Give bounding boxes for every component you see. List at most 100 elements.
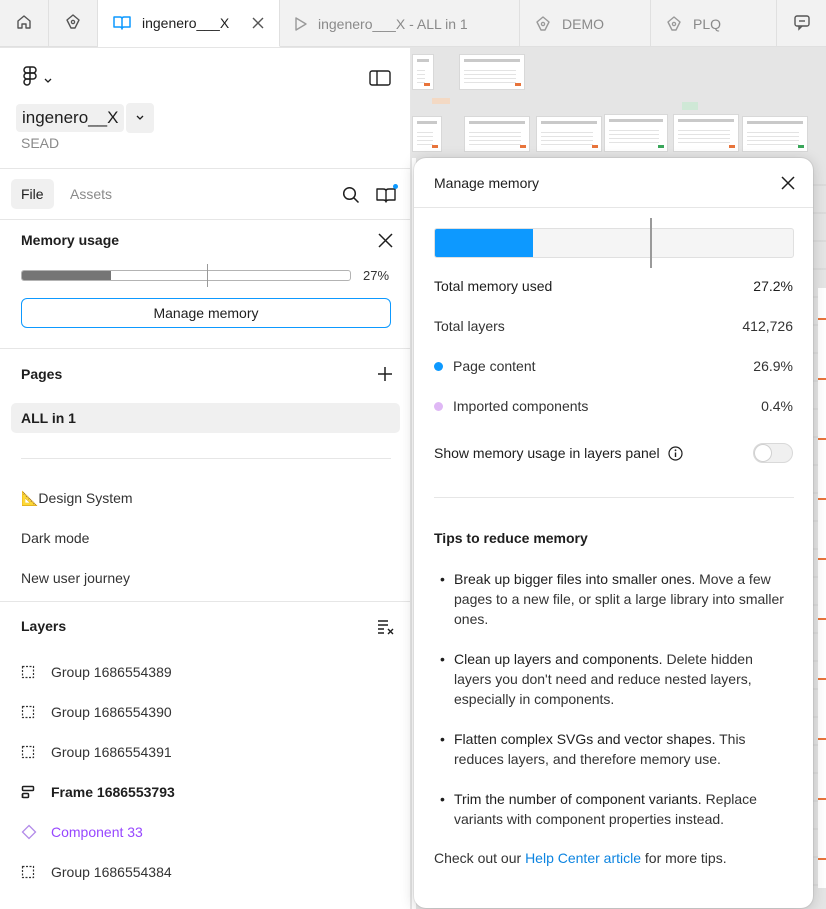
frame-thumbnail[interactable]	[412, 116, 442, 152]
sidebar-toggle-icon[interactable]	[369, 69, 391, 90]
frame-thumbnail[interactable]	[604, 114, 668, 152]
memory-limit-marker	[650, 218, 652, 268]
frame-label	[432, 98, 450, 104]
layer-label: Group 1686554384	[51, 864, 172, 880]
layer-row[interactable]: Group 1686554389	[21, 652, 410, 692]
tab-prototype[interactable]: ingenero___X - ALL in 1	[280, 0, 520, 47]
layer-row[interactable]: Group 1686554390	[21, 692, 410, 732]
memory-usage-toggle[interactable]	[753, 443, 793, 463]
memory-percent: 27%	[363, 268, 390, 283]
frame-autolayout-icon	[21, 784, 43, 800]
close-icon[interactable]	[251, 16, 265, 30]
frame-label	[682, 102, 698, 110]
home-tab[interactable]	[0, 0, 49, 47]
tip-bold: Clean up layers and components.	[454, 651, 663, 667]
divider	[0, 219, 410, 220]
collapse-layers-icon[interactable]	[377, 619, 395, 638]
group-icon	[21, 664, 43, 680]
layer-row[interactable]	[21, 892, 410, 909]
tab-label: PLQ	[693, 15, 722, 32]
layers-title: Layers	[21, 618, 67, 634]
memory-usage-fill	[22, 271, 112, 280]
tab-label: ingenero___X - ALL in 1	[318, 15, 468, 32]
stat-value: 412,726	[742, 318, 793, 334]
figma-logo-icon	[21, 66, 39, 91]
team-name: SEAD	[21, 135, 60, 151]
stat-label: Page content	[453, 358, 536, 374]
tab-demo[interactable]: DEMO	[520, 0, 651, 47]
search-icon[interactable]	[342, 186, 360, 207]
layer-label: Frame 1686553793	[51, 784, 175, 800]
play-icon	[294, 16, 308, 32]
tab-assets[interactable]: Assets	[70, 186, 112, 202]
tip-bold: Flatten complex SVGs and vector shapes.	[454, 731, 716, 747]
image-icon	[21, 904, 43, 909]
manage-memory-dialog: Manage memory Total memory used 27.2% To…	[414, 158, 813, 908]
frame-thumbnail[interactable]	[742, 116, 808, 152]
frame-thumbnail[interactable]	[412, 54, 434, 90]
stat-imported-components: Imported components 0.4%	[434, 398, 793, 414]
stat-label: Total layers	[434, 318, 505, 334]
tip-bold: Break up bigger files into smaller ones.	[454, 571, 696, 587]
drafts-tab[interactable]	[49, 0, 98, 47]
chevron-down-icon[interactable]	[126, 103, 155, 133]
layer-row[interactable]: Component 33	[21, 812, 410, 852]
main-menu-button[interactable]	[21, 66, 52, 91]
memory-breakdown-fill	[435, 229, 533, 257]
pages-title: Pages	[21, 366, 63, 382]
frame-thumbnail[interactable]	[464, 116, 530, 152]
close-icon[interactable]	[781, 176, 795, 193]
page-item[interactable]: Dark mode	[21, 530, 89, 546]
frame-thumbnail[interactable]	[459, 54, 525, 90]
stat-label: Imported components	[453, 398, 589, 414]
group-icon	[21, 704, 43, 720]
tip-item: Trim the number of component variants. R…	[434, 789, 794, 829]
home-icon	[15, 13, 33, 34]
tab-label: ingenero___X	[142, 15, 230, 31]
group-icon	[21, 864, 43, 880]
manage-memory-button[interactable]: Manage memory	[21, 298, 391, 328]
layer-label: Group 1686554389	[51, 664, 172, 680]
dialog-title: Manage memory	[434, 175, 540, 191]
comments-tab[interactable]	[777, 0, 826, 47]
tip-bold: Trim the number of component variants.	[454, 791, 702, 807]
tab-file[interactable]: File	[11, 179, 54, 209]
frame-thumbnail[interactable]	[536, 116, 602, 152]
file-name-menu[interactable]: ingenero__X	[16, 103, 155, 133]
layer-label: Group 1686554391	[51, 744, 172, 760]
frame-thumbnail[interactable]	[673, 114, 739, 152]
stat-value: 26.9%	[753, 358, 793, 374]
stat-total-layers: Total layers 412,726	[434, 318, 793, 334]
pen-icon	[64, 13, 82, 34]
page-item-selected[interactable]: ALL in 1	[11, 403, 400, 433]
divider	[0, 168, 410, 169]
left-panel: ingenero__X SEAD File Assets Memory usag…	[0, 48, 411, 909]
layer-label: Component 33	[51, 824, 143, 840]
toggle-knob	[755, 445, 771, 461]
info-icon[interactable]	[668, 445, 683, 461]
file-name[interactable]: ingenero__X	[16, 104, 125, 132]
layer-row[interactable]: Group 1686554384	[21, 852, 410, 892]
pen-icon	[665, 15, 683, 33]
stat-value: 0.4%	[761, 398, 793, 414]
legend-dot	[434, 401, 443, 411]
tab-file-active[interactable]: ingenero___X	[98, 0, 280, 47]
add-page-icon[interactable]	[377, 366, 393, 385]
close-icon[interactable]	[378, 233, 393, 251]
toggle-label: Show memory usage in layers panel	[434, 445, 660, 461]
tab-plq[interactable]: PLQ	[651, 0, 777, 47]
footer-suffix: for more tips.	[641, 850, 727, 866]
chevron-down-icon	[44, 71, 52, 87]
layer-row[interactable]: Frame 1686553793	[21, 772, 410, 812]
page-item[interactable]: 📐Design System	[21, 490, 133, 507]
memory-usage-bar	[21, 270, 351, 281]
layer-row[interactable]: Group 1686554391	[21, 732, 410, 772]
tab-bar: ingenero___X ingenero___X - ALL in 1 DEM…	[0, 0, 826, 47]
help-center-link[interactable]: Help Center article	[525, 850, 641, 866]
divider	[0, 348, 410, 349]
page-item[interactable]: New user journey	[21, 570, 130, 586]
stat-total-memory: Total memory used 27.2%	[434, 278, 793, 294]
library-icon[interactable]	[375, 184, 399, 207]
divider	[414, 207, 813, 208]
divider	[434, 497, 794, 498]
